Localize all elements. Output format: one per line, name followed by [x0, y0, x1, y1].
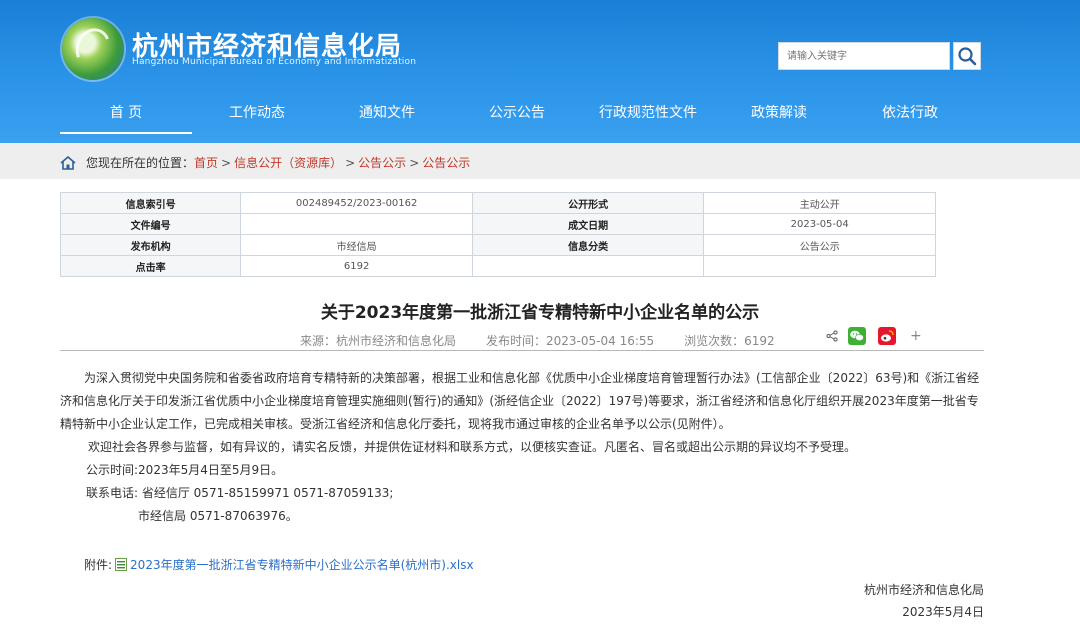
nav-law[interactable]: 依法行政 — [844, 94, 976, 134]
weibo-icon[interactable] — [878, 327, 896, 345]
plus-icon[interactable]: + — [910, 328, 922, 344]
table-row: 点击率 6192 — [59, 255, 936, 277]
meta-value: 主动公开 — [703, 192, 936, 214]
body-paragraph: 联系电话: 省经信厅 0571-85159971 0571-87059133; — [86, 486, 394, 500]
share-bar: + — [826, 327, 922, 345]
meta-label: 公开形式 — [471, 192, 705, 214]
nav-regulations[interactable]: 行政规范性文件 — [582, 94, 714, 134]
breadcrumb-home[interactable]: 首页 — [194, 154, 218, 171]
nav-notices[interactable]: 通知文件 — [322, 94, 452, 134]
meta-value — [471, 255, 705, 277]
breadcrumb: 您现在所在的位置： 首页 > 信息公开（资源库） > 公告公示 > 公告公示 — [60, 154, 470, 171]
attachment: 附件: 2023年度第一批浙江省专精特新中小企业公示名单(杭州市).xlsx — [84, 556, 474, 573]
meta-label: 点击率 — [59, 255, 242, 277]
meta-value: 6192 — [240, 255, 473, 277]
body-paragraph: 为深入贯彻党中央国务院和省委省政府培育专精特新的决策部署，根据工业和信息化部《优… — [60, 371, 980, 431]
meta-value: 2023-05-04 — [703, 213, 936, 235]
table-row: 发布机构 市经信局 信息分类 公告公示 — [59, 234, 936, 256]
article-title: 关于2023年度第一批浙江省专精特新中小企业名单的公示 — [320, 303, 760, 323]
article-source: 来源：杭州市经济和信息化局 — [300, 334, 457, 348]
divider — [60, 350, 984, 351]
excel-file-icon — [115, 558, 128, 571]
attachment-link[interactable]: 2023年度第一批浙江省专精特新中小企业公示名单(杭州市).xlsx — [130, 556, 474, 573]
wechat-icon[interactable] — [848, 327, 866, 345]
meta-label: 发布机构 — [59, 234, 242, 256]
table-row: 文件编号 成文日期 2023-05-04 — [59, 213, 936, 235]
nav-policy[interactable]: 政策解读 — [714, 94, 844, 134]
signature: 杭州市经济和信息化局 — [863, 583, 984, 597]
search-icon — [958, 47, 977, 66]
body-paragraph: 市经信局 0571-87063976。 — [138, 509, 298, 523]
sign-date: 2023年5月4日 — [902, 605, 984, 619]
article-date: 发布时间：2023-05-04 16:55 — [486, 334, 655, 348]
table-row: 信息索引号 002489452/2023-00162 公开形式 主动公开 — [59, 192, 936, 214]
meta-value: 002489452/2023-00162 — [240, 192, 473, 214]
share-icon[interactable] — [826, 330, 838, 342]
breadcrumb-sep: > — [409, 155, 420, 170]
home-icon[interactable] — [60, 155, 76, 170]
meta-label: 信息索引号 — [59, 192, 242, 214]
breadcrumb-bar: 您现在所在的位置： 首页 > 信息公开（资源库） > 公告公示 > 公告公示 — [0, 143, 1080, 179]
nav-home[interactable]: 首 页 — [60, 94, 192, 134]
article-views: 浏览次数：6192 — [684, 334, 775, 348]
meta-label: 成文日期 — [471, 213, 705, 235]
attachment-label: 附件: — [84, 558, 113, 572]
site-subtitle: Hangzhou Municipal Bureau of Economy and… — [132, 57, 417, 67]
meta-value — [240, 213, 473, 235]
meta-value: 公告公示 — [703, 234, 936, 256]
nav-work-news[interactable]: 工作动态 — [192, 94, 322, 134]
breadcrumb-info-public[interactable]: 信息公开（资源库） — [234, 154, 342, 171]
article-info: 来源：杭州市经济和信息化局 发布时间：2023-05-04 16:55 浏览次数… — [300, 332, 775, 349]
meta-table: 信息索引号 002489452/2023-00162 公开形式 主动公开 文件编… — [59, 192, 936, 277]
meta-label: 信息分类 — [471, 234, 705, 256]
breadcrumb-announcements[interactable]: 公告公示 — [358, 154, 406, 171]
main-nav: 首 页 工作动态 通知文件 公示公告 行政规范性文件 政策解读 依法行政 — [60, 94, 976, 134]
article-body: 为深入贯彻党中央国务院和省委省政府培育专精特新的决策部署，根据工业和信息化部《优… — [60, 367, 984, 528]
body-paragraph: 欢迎社会各界参与监督，如有异议的，请实名反馈，并提供佐证材料和联系方式，以便核实… — [88, 440, 857, 454]
meta-value: 市经信局 — [240, 234, 473, 256]
search-input[interactable] — [778, 42, 950, 70]
breadcrumb-sep: > — [345, 155, 356, 170]
site-header: 杭州市经济和信息化局 Hangzhou Municipal Bureau of … — [0, 0, 1080, 143]
breadcrumb-current[interactable]: 公告公示 — [422, 154, 470, 171]
search-button[interactable] — [953, 42, 981, 70]
meta-value — [703, 255, 936, 277]
breadcrumb-sep: > — [221, 155, 232, 170]
meta-label: 文件编号 — [59, 213, 242, 235]
body-paragraph: 公示时间:2023年5月4日至5月9日。 — [86, 463, 284, 477]
nav-announcements[interactable]: 公示公告 — [452, 94, 582, 134]
breadcrumb-prefix: 您现在所在的位置： — [86, 156, 195, 170]
